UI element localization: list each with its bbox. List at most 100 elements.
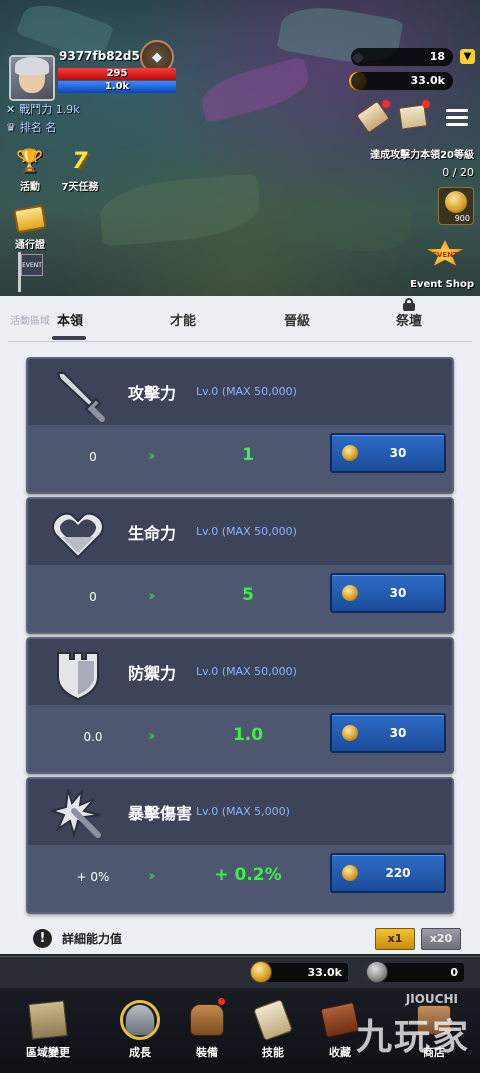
upgrade-button[interactable]: 30 [330,433,446,473]
stat-card-attack: 攻擊力 Lv.0 (MAX 50,000) 0 ››› 1 30 [26,357,454,494]
stat-level: Lv.0 (MAX 50,000) [196,385,297,398]
critical-strike-icon [48,787,101,839]
stat-level: Lv.0 (MAX 50,000) [196,525,297,538]
event-shop-label[interactable]: Event Shop [410,279,474,290]
scroll-icon [251,998,295,1042]
stat-card-footer: 0 ››› 1 30 [28,425,452,492]
gold-amount: 33.0k [351,72,453,90]
tab-promotion[interactable]: 晉級 [267,310,327,329]
active-tab-indicator [52,336,86,340]
stat-title: 攻擊力 [128,384,177,403]
map-icon [26,998,70,1042]
notification-dot [422,100,430,108]
gold-coin-icon [250,961,272,983]
rank: ♛ 排名 名 [6,119,56,135]
upgrade-cost: 220 [385,866,411,880]
multiplier-x1-button[interactable]: x1 [375,928,415,950]
hamburger-menu-icon [446,108,468,126]
stat-title: 暴擊傷害 [128,804,193,823]
quest-reward-amount: 900 [454,214,470,223]
sword-icon [56,372,105,422]
avatar-face [15,57,49,93]
upgrade-cost: 30 [389,726,407,740]
nav-label: 區域變更 [26,1046,70,1059]
player-avatar[interactable] [9,55,55,101]
growth-panel: 活動區域 本領 才能 晉級 祭壇 攻擊力 Lv.0 (MAX 50,000) 0… [0,296,480,954]
info-exclamation-icon[interactable]: ! [33,929,52,948]
stat-title: 防禦力 [128,664,177,683]
quest-scroll-button[interactable] [356,100,390,134]
combat-power-label: 戰鬥力 1.9k [19,103,80,116]
menu-button[interactable] [440,100,474,134]
gems-amount: 18 [351,48,453,66]
gold-coin-icon [342,445,358,461]
seven-day-mission-button[interactable]: 7 7天任務 [50,146,110,194]
map-icon [398,104,428,130]
heart-icon [52,512,104,559]
crown-icon: ♛ [6,120,16,134]
lock-icon [403,298,415,311]
upgrade-button[interactable]: 220 [330,853,446,893]
upgrade-button[interactable]: 30 [330,573,446,613]
crossed-swords-icon: ✕ [6,102,16,116]
nav-skills[interactable]: 技能 [239,994,307,1060]
next-value: 1 [242,445,254,465]
combat-power: ✕ 戰鬥力 1.9k [6,101,80,117]
hp-bar: 295 [58,68,176,80]
event-flag[interactable]: EVENT [14,252,44,292]
stat-card-header: 防禦力 Lv.0 (MAX 50,000) [28,639,452,705]
notification-dot [218,998,225,1005]
gold-amount-bottom: 33.0k [262,963,348,982]
multiplier-x20-button[interactable]: x20 [421,928,461,950]
trophy-icon: 🏆 [16,148,44,174]
current-value: + 0% [76,870,110,884]
gold-coin-icon [445,191,467,213]
stat-card-health: 生命力 Lv.0 (MAX 50,000) 0 ››› 5 30 [26,497,454,634]
secondary-currency-amount: 0 [376,963,464,982]
nav-label: 成長 [129,1046,151,1059]
chevrons-right-icon: ››› [148,869,155,884]
chevrons-right-icon: ››› [148,589,155,604]
chevrons-right-icon: ››› [148,729,155,744]
seven-day-label: 7天任務 [61,182,99,193]
tab-divider [8,341,472,342]
stat-card-critical-damage: 暴擊傷害 Lv.0 (MAX 5,000) + 0% ››› + 0.2% 22… [26,777,454,914]
next-value: + 0.2% [214,865,282,885]
event-shop-button[interactable]: EVENT [420,240,470,274]
notification-dot [382,100,390,108]
pass-button[interactable]: 通行證 [0,204,60,251]
upgrade-cost: 30 [389,446,407,460]
seven-day-icon: 7 [72,148,88,174]
stat-level: Lv.0 (MAX 5,000) [196,805,290,818]
current-value: 0 [89,450,97,464]
quest-title[interactable]: 達成攻擊力本領20等級 [370,146,474,161]
map-button[interactable] [396,100,430,134]
nav-label: 裝備 [196,1046,218,1059]
tab-abilities[interactable]: 本領 [40,310,100,329]
chevrons-right-icon: ››› [148,449,155,464]
stat-card-header: 暴擊傷害 Lv.0 (MAX 5,000) [28,779,452,845]
gold-coin-icon [342,725,358,741]
detailed-stats-link[interactable]: 詳細能力值 [62,930,122,947]
nav-equipment[interactable]: 裝備 [173,994,241,1060]
growth-tabs: 活動區域 本領 才能 晉級 祭壇 [0,296,480,342]
quest-progress: 0 / 20 [442,166,474,179]
nav-area-change[interactable]: 區域變更 [14,994,82,1060]
tab-talents[interactable]: 才能 [153,310,213,329]
upgrade-button[interactable]: 30 [330,713,446,753]
tab-altar[interactable]: 祭壇 [379,310,439,329]
helmet-icon [118,998,162,1042]
nav-label: 技能 [262,1046,284,1059]
bag-icon [185,998,229,1042]
stat-card-footer: 0.0 ››› 1.0 30 [28,705,452,772]
nav-growth[interactable]: 成長 [106,994,174,1060]
pass-ticket-icon [13,204,47,234]
current-value: 0.0 [83,730,103,744]
bottom-currency-bar: 33.0k 0 [0,956,480,988]
quest-reward[interactable]: 900 [438,187,474,225]
stat-card-header: 生命力 Lv.0 (MAX 50,000) [28,499,452,565]
stat-card-footer: 0 ››› 5 30 [28,565,452,632]
stat-level: Lv.0 (MAX 50,000) [196,665,297,678]
foliage-decoration [97,173,263,247]
add-gems-button[interactable]: ▼ [460,49,475,64]
